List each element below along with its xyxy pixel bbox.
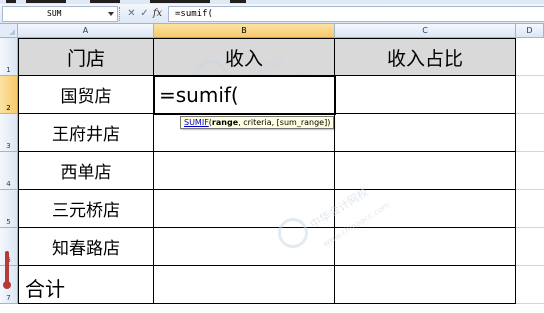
income-cell[interactable] (154, 152, 335, 190)
column-header-d[interactable]: D (516, 24, 544, 38)
store-cell[interactable]: 王府井店 (18, 114, 154, 152)
header-cell-store[interactable]: 门店 (18, 38, 154, 76)
sumif-help-link[interactable]: SUMIF (184, 118, 209, 127)
active-cell-b2[interactable]: =sumif( (153, 75, 336, 115)
row-header-1[interactable]: 1 (0, 38, 18, 76)
thermometer-icon (3, 251, 11, 291)
share-cell[interactable] (335, 190, 516, 228)
column-header-a[interactable]: A (18, 24, 154, 38)
column-d-cells[interactable] (516, 38, 544, 304)
chevron-down-icon[interactable] (108, 12, 114, 16)
share-cell[interactable] (335, 114, 516, 152)
name-box[interactable]: SUM (2, 6, 118, 22)
tooltip-remaining-args: , criteria, [sum_range]) (238, 118, 331, 127)
share-cell[interactable] (335, 76, 516, 114)
share-cell[interactable] (335, 228, 516, 266)
watermark-logo-icon (278, 218, 308, 248)
income-cell[interactable] (154, 190, 335, 228)
check-icon[interactable]: ✓ (138, 7, 151, 21)
row-header-2[interactable]: 2 (0, 76, 18, 114)
column-header-b[interactable]: B (154, 24, 335, 38)
header-cell-income-share[interactable]: 收入占比 (335, 38, 516, 76)
function-tooltip: SUMIF(range, criteria, [sum_range]) (180, 116, 335, 129)
header-cell-income[interactable]: 收入 (154, 38, 335, 76)
cancel-icon[interactable]: ✕ (125, 7, 138, 21)
select-all-button[interactable] (0, 24, 18, 38)
row-header-4[interactable]: 4 (0, 152, 18, 190)
store-cell[interactable]: 西单店 (18, 152, 154, 190)
store-cell[interactable]: 三元桥店 (18, 190, 154, 228)
store-cell[interactable]: 国贸店 (18, 76, 154, 114)
row-header-5[interactable]: 5 (0, 190, 18, 228)
tooltip-current-arg: range (211, 118, 239, 127)
total-label-cell[interactable]: 合计 (18, 266, 154, 304)
store-cell[interactable]: 知春路店 (18, 228, 154, 266)
share-cell[interactable] (335, 152, 516, 190)
share-total-cell[interactable] (335, 266, 516, 304)
row-header-3[interactable]: 3 (0, 114, 18, 152)
formula-input[interactable]: =sumif( (168, 6, 544, 22)
fx-icon[interactable]: fx (151, 7, 164, 21)
column-header-c[interactable]: C (335, 24, 516, 38)
income-total-cell[interactable] (154, 266, 335, 304)
formula-bar-splitter[interactable] (119, 7, 122, 21)
formula-bar: SUM ✕ ✓ fx =sumif( (0, 4, 544, 24)
